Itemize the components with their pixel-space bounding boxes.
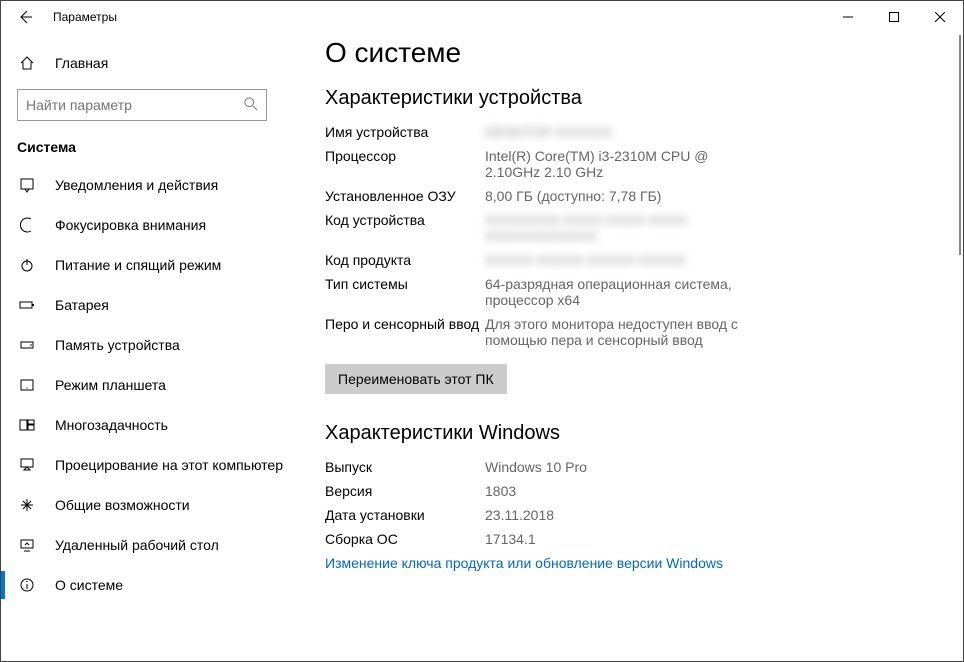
update-windows-link[interactable]: Изменение ключа продукта или обновление … bbox=[325, 555, 939, 571]
spec-value: Windows 10 Pro bbox=[485, 459, 587, 475]
tablet-icon bbox=[17, 377, 37, 393]
spec-value: Для этого монитора недоступен ввод с пом… bbox=[485, 316, 745, 348]
sidebar-item-power[interactable]: Питание и спящий режим bbox=[1, 245, 301, 285]
window-title: Параметры bbox=[53, 10, 117, 24]
sidebar-item-shared[interactable]: Общие возможности bbox=[1, 485, 301, 525]
projecting-icon bbox=[17, 457, 37, 473]
spec-key: Имя устройства bbox=[325, 124, 485, 140]
scrollbar[interactable] bbox=[955, 33, 961, 661]
minimize-button[interactable] bbox=[825, 1, 871, 33]
spec-value: XXXXXXXX-XXXX-XXXX-XXXX-XXXXXXXXXXXX bbox=[485, 212, 745, 244]
sidebar-item-label: Удаленный рабочий стол bbox=[55, 537, 219, 553]
spec-value: 17134.1 bbox=[485, 531, 536, 547]
sidebar: Главная Система Уведомления и действия Ф… bbox=[1, 33, 301, 661]
sidebar-item-label: О системе bbox=[55, 577, 123, 593]
notifications-icon bbox=[17, 177, 37, 193]
spec-row-system-type: Тип системы 64-разрядная операционная си… bbox=[325, 276, 939, 308]
spec-row-device-id: Код устройства XXXXXXXX-XXXX-XXXX-XXXX-X… bbox=[325, 212, 939, 244]
content-area: О системе Характеристики устройства Имя … bbox=[301, 33, 963, 661]
spec-key: Перо и сенсорный ввод bbox=[325, 316, 485, 348]
sidebar-item-multitasking[interactable]: Многозадачность bbox=[1, 405, 301, 445]
sidebar-item-projecting[interactable]: Проецирование на этот компьютер bbox=[1, 445, 301, 485]
spec-value: Intel(R) Core(TM) i3-2310M CPU @ 2.10GHz… bbox=[485, 148, 745, 180]
shared-icon bbox=[17, 497, 37, 513]
about-icon bbox=[17, 577, 37, 593]
maximize-button[interactable] bbox=[871, 1, 917, 33]
back-button[interactable] bbox=[9, 1, 41, 33]
sidebar-item-label: Фокусировка внимания bbox=[55, 217, 206, 233]
spec-row-product-id: Код продукта XXXXX-XXXXX-XXXXX-XXXXX bbox=[325, 252, 939, 268]
sidebar-item-label: Проецирование на этот компьютер bbox=[55, 457, 283, 473]
spec-row-build: Сборка ОС 17134.1 bbox=[325, 531, 939, 547]
spec-row-ram: Установленное ОЗУ 8,00 ГБ (доступно: 7,7… bbox=[325, 188, 939, 204]
spec-key: Сборка ОС bbox=[325, 531, 485, 547]
remote-icon bbox=[17, 537, 37, 553]
sidebar-item-about[interactable]: О системе bbox=[1, 565, 301, 605]
sidebar-item-focus[interactable]: Фокусировка внимания bbox=[1, 205, 301, 245]
window-controls bbox=[825, 1, 963, 33]
spec-value: XXXXX-XXXXX-XXXXX-XXXXX bbox=[485, 252, 686, 268]
arrow-left-icon bbox=[17, 9, 33, 25]
sidebar-item-label: Батарея bbox=[55, 297, 109, 313]
sidebar-section-header: Система bbox=[1, 133, 301, 165]
search-input[interactable] bbox=[26, 97, 244, 113]
minimize-icon bbox=[843, 12, 853, 22]
spec-key: Код устройства bbox=[325, 212, 485, 244]
spec-key: Тип системы bbox=[325, 276, 485, 308]
spec-key: Процессор bbox=[325, 148, 485, 180]
home-icon bbox=[17, 55, 37, 71]
sidebar-home-label: Главная bbox=[55, 55, 108, 71]
close-icon bbox=[935, 12, 945, 22]
spec-row-edition: Выпуск Windows 10 Pro bbox=[325, 459, 939, 475]
spec-key: Код продукта bbox=[325, 252, 485, 268]
spec-value: 23.11.2018 bbox=[485, 507, 554, 523]
sidebar-item-label: Уведомления и действия bbox=[55, 177, 218, 193]
sidebar-item-tablet[interactable]: Режим планшета bbox=[1, 365, 301, 405]
sidebar-item-label: Режим планшета bbox=[55, 377, 166, 393]
spec-value: 1803 bbox=[485, 483, 516, 499]
sidebar-item-label: Общие возможности bbox=[55, 497, 190, 513]
sidebar-item-label: Память устройства bbox=[55, 337, 180, 353]
spec-value: 64-разрядная операционная система, проце… bbox=[485, 276, 745, 308]
spec-row-cpu: Процессор Intel(R) Core(TM) i3-2310M CPU… bbox=[325, 148, 939, 180]
sidebar-item-remote[interactable]: Удаленный рабочий стол bbox=[1, 525, 301, 565]
settings-window: Параметры Главная Система Уве bbox=[0, 0, 964, 662]
spec-row-pen: Перо и сенсорный ввод Для этого монитора… bbox=[325, 316, 939, 348]
device-section-title: Характеристики устройства bbox=[325, 87, 939, 110]
sidebar-item-notifications[interactable]: Уведомления и действия bbox=[1, 165, 301, 205]
search-wrap bbox=[1, 89, 301, 133]
spec-row-version: Версия 1803 bbox=[325, 483, 939, 499]
rename-pc-button[interactable]: Переименовать этот ПК bbox=[325, 364, 507, 394]
spec-value: 8,00 ГБ (доступно: 7,78 ГБ) bbox=[485, 188, 661, 204]
power-icon bbox=[17, 257, 37, 273]
sidebar-home[interactable]: Главная bbox=[1, 45, 301, 81]
spec-key: Установленное ОЗУ bbox=[325, 188, 485, 204]
spec-row-device-name: Имя устройства DESKTOP-XXXXXX bbox=[325, 124, 939, 140]
sidebar-item-label: Многозадачность bbox=[55, 417, 168, 433]
search-icon bbox=[244, 97, 258, 114]
battery-icon bbox=[17, 297, 37, 313]
page-title: О системе bbox=[325, 37, 939, 69]
search-box[interactable] bbox=[17, 89, 267, 121]
sidebar-item-label: Питание и спящий режим bbox=[55, 257, 221, 273]
spec-key: Дата установки bbox=[325, 507, 485, 523]
multitasking-icon bbox=[17, 417, 37, 433]
windows-section-title: Характеристики Windows bbox=[325, 422, 939, 445]
spec-key: Выпуск bbox=[325, 459, 485, 475]
maximize-icon bbox=[889, 12, 899, 22]
spec-value: DESKTOP-XXXXXX bbox=[485, 124, 612, 140]
sidebar-item-battery[interactable]: Батарея bbox=[1, 285, 301, 325]
titlebar: Параметры bbox=[1, 1, 963, 33]
close-button[interactable] bbox=[917, 1, 963, 33]
body-area: Главная Система Уведомления и действия Ф… bbox=[1, 33, 963, 661]
scrollbar-thumb[interactable] bbox=[959, 35, 961, 255]
sidebar-item-storage[interactable]: Память устройства bbox=[1, 325, 301, 365]
spec-key: Версия bbox=[325, 483, 485, 499]
sidebar-nav: Уведомления и действия Фокусировка внима… bbox=[1, 165, 301, 661]
focus-icon bbox=[17, 217, 37, 233]
storage-icon bbox=[17, 337, 37, 353]
spec-row-install-date: Дата установки 23.11.2018 bbox=[325, 507, 939, 523]
